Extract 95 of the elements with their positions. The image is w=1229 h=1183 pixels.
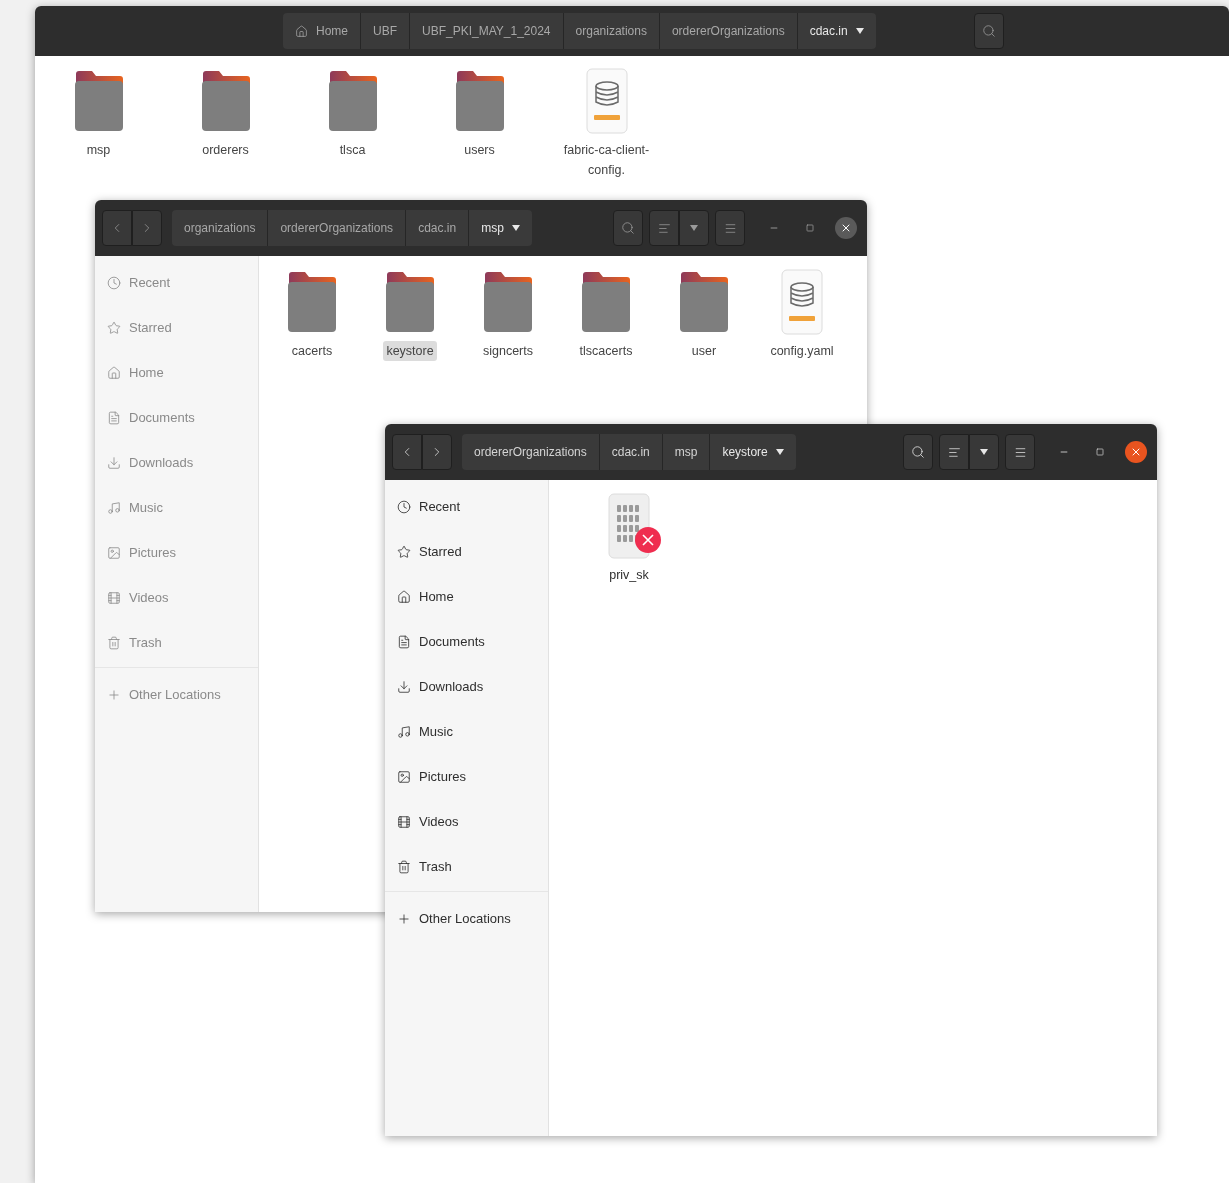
file-name[interactable]: user	[688, 341, 720, 361]
folder-icon	[679, 271, 729, 333]
search-button[interactable]	[973, 13, 1004, 49]
caret-icon	[855, 28, 864, 34]
menu-icon	[1013, 445, 1027, 459]
menu-button[interactable]	[715, 210, 745, 246]
path-segment[interactable]: UBF_PKI_MAY_1_2024	[410, 13, 564, 49]
file-name[interactable]: keystore	[383, 341, 437, 361]
view-button[interactable]	[939, 434, 969, 470]
clock-icon	[397, 499, 411, 514]
close-button[interactable]	[1125, 441, 1147, 463]
path-segment[interactable]: cdac.in	[797, 13, 876, 49]
path-segment[interactable]: cdac.in	[406, 210, 470, 246]
film-icon	[397, 814, 411, 829]
close-icon	[1130, 446, 1142, 458]
folder-icon	[287, 271, 337, 333]
file-name[interactable]: tlscacerts	[576, 341, 636, 361]
path-segment[interactable]: Home	[283, 13, 361, 49]
path-segment[interactable]: keystore	[710, 434, 796, 470]
star-icon	[397, 544, 411, 559]
path-segment[interactable]: ordererOrganizations	[268, 210, 407, 246]
view-options-button[interactable]	[969, 434, 999, 470]
file-name[interactable]: priv_sk	[606, 565, 652, 585]
path-segment[interactable]: cdac.in	[599, 434, 663, 470]
file-name[interactable]: config.yaml	[767, 341, 837, 361]
path-segment[interactable]: organizations	[563, 13, 660, 49]
path-segment[interactable]: UBF	[361, 13, 410, 49]
file-name[interactable]: orderers	[199, 140, 252, 160]
sidebar-item[interactable]: Starred	[385, 529, 548, 574]
star-icon	[107, 320, 121, 335]
search-icon	[911, 445, 925, 459]
sidebar-item[interactable]: Home	[385, 574, 548, 619]
caret-icon	[690, 225, 698, 231]
file-name[interactable]: msp	[83, 140, 114, 160]
folder-icon	[483, 271, 533, 333]
path-segment[interactable]: msp	[662, 434, 711, 470]
sidebar-item[interactable]: Downloads	[385, 664, 548, 709]
view-options-button[interactable]	[679, 210, 709, 246]
file-name[interactable]: signcerts	[480, 341, 536, 361]
image-icon	[107, 545, 121, 560]
sidebar-item[interactable]: Videos	[385, 799, 548, 844]
home-icon	[397, 589, 411, 604]
yaml-file-icon	[585, 68, 628, 134]
folder-icon	[385, 271, 435, 333]
film-icon	[107, 590, 121, 605]
list-view-icon	[947, 445, 961, 459]
path-segment[interactable]: ordererOrganizations	[659, 13, 798, 49]
plus-icon	[397, 911, 411, 926]
sidebar-item[interactable]: Pictures	[385, 754, 548, 799]
plus-icon	[107, 687, 121, 702]
yaml-file-icon	[781, 269, 823, 335]
caret-icon	[775, 449, 784, 455]
download-icon	[107, 455, 121, 470]
search-button[interactable]	[613, 210, 643, 246]
maximize-icon	[806, 224, 814, 232]
file-name[interactable]: cacerts	[288, 341, 336, 361]
close-icon	[840, 222, 852, 234]
sidebar-item[interactable]: Trash	[385, 844, 548, 889]
sidebar-item[interactable]: Documents	[385, 619, 548, 664]
search-button[interactable]	[903, 434, 933, 470]
folder-icon	[327, 70, 378, 132]
caret-icon	[980, 449, 988, 455]
folder-icon	[200, 70, 251, 132]
image-icon	[397, 769, 411, 784]
document-icon	[107, 410, 121, 425]
folder-icon	[581, 271, 631, 333]
trash-icon	[397, 859, 411, 874]
music-note-icon	[107, 500, 121, 515]
path-segment[interactable]: msp	[469, 210, 532, 246]
sidebar-item[interactable]: Other Locations	[385, 896, 548, 941]
path-segment[interactable]: ordererOrganizations	[462, 434, 600, 470]
file-name[interactable]: tlsca	[336, 140, 369, 160]
path-segment[interactable]: organizations	[172, 210, 269, 246]
search-icon	[621, 221, 635, 235]
menu-button[interactable]	[1005, 434, 1035, 470]
folder-icon	[73, 70, 124, 132]
close-button[interactable]	[835, 217, 857, 239]
sidebar-item[interactable]: Recent	[385, 484, 548, 529]
search-icon	[981, 24, 996, 38]
list-view-icon	[657, 221, 671, 235]
menu-icon	[723, 221, 737, 235]
sidebar-item[interactable]: Music	[385, 709, 548, 754]
download-icon	[397, 679, 411, 694]
home-icon	[295, 24, 308, 38]
file-name[interactable]: fabric-ca-client-config.	[557, 140, 656, 180]
clock-icon	[107, 275, 121, 290]
maximize-icon	[1096, 448, 1104, 456]
folder-icon	[454, 70, 505, 132]
home-icon	[107, 365, 121, 380]
caret-icon	[511, 225, 520, 231]
file-name[interactable]: users	[461, 140, 498, 160]
trash-icon	[107, 635, 121, 650]
music-note-icon	[397, 724, 411, 739]
view-button[interactable]	[649, 210, 679, 246]
document-icon	[397, 634, 411, 649]
